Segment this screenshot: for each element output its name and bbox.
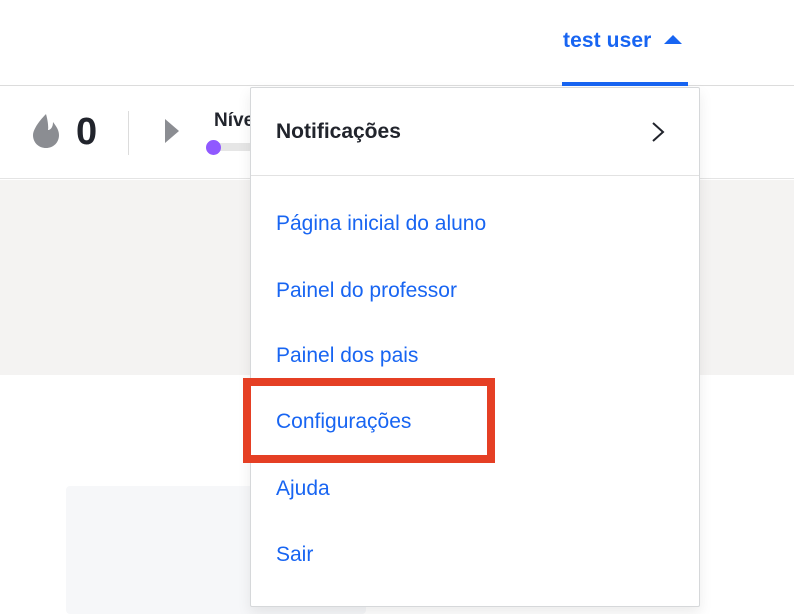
streak-count: 0	[76, 111, 98, 153]
menu-item-sign-out[interactable]: Sair	[276, 543, 313, 567]
user-menu-toggle[interactable]: test user	[562, 0, 688, 86]
stats-divider	[128, 111, 129, 155]
play-icon	[165, 119, 179, 143]
user-name: test user	[563, 29, 652, 52]
menu-item-help[interactable]: Ajuda	[276, 477, 330, 501]
notifications-item[interactable]: Notificações	[251, 88, 699, 176]
menu-item-parent-dashboard[interactable]: Painel dos pais	[276, 344, 418, 368]
flame-icon	[33, 114, 59, 148]
user-dropdown-menu: Notificações Página inicial do aluno Pai…	[250, 87, 700, 607]
notifications-label: Notificações	[276, 119, 401, 143]
settings-highlight-box	[243, 378, 495, 463]
level-progress-dot	[206, 140, 221, 155]
chevron-right-icon	[652, 122, 665, 142]
menu-item-student-home[interactable]: Página inicial do aluno	[276, 212, 486, 236]
caret-up-icon	[664, 35, 683, 44]
top-header: test user	[0, 0, 794, 86]
level-label: Nível	[214, 110, 254, 131]
menu-item-teacher-dashboard[interactable]: Painel do professor	[276, 279, 457, 303]
